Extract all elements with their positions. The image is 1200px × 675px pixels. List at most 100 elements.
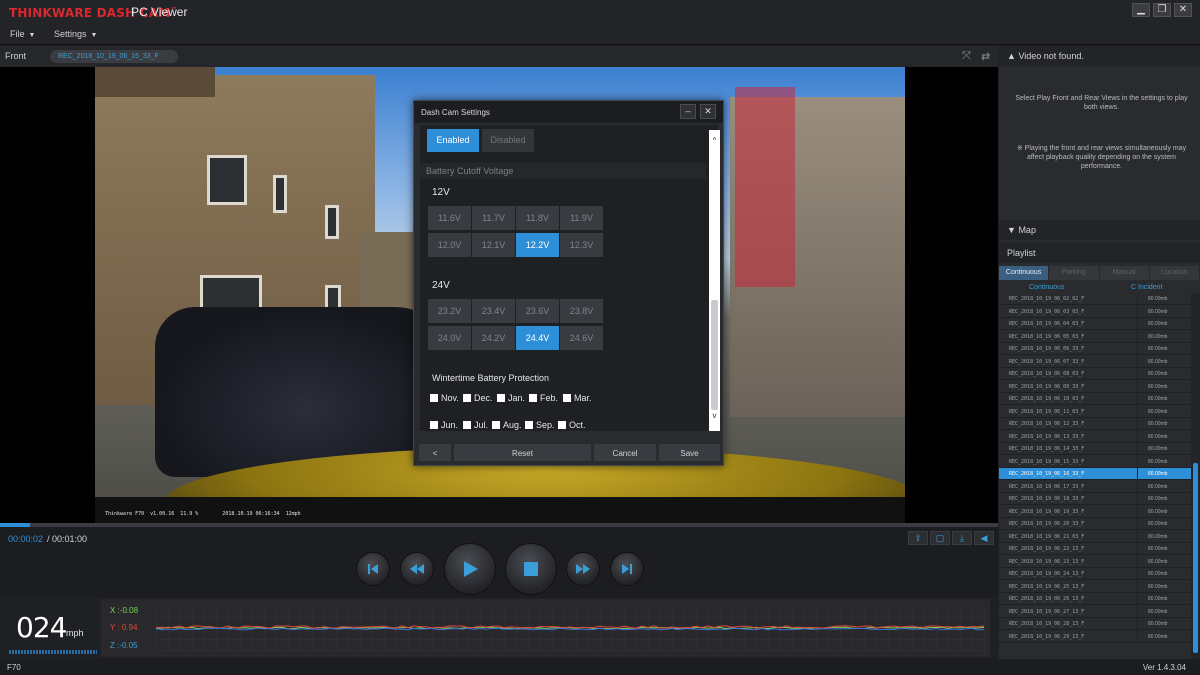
playlist-item[interactable]: REC_2018_10_19_06_05_03_F 80.00mb: [999, 330, 1191, 343]
dialog-close-button[interactable]: ✕: [700, 104, 716, 119]
voltage-option-11-7v[interactable]: 11.7V: [472, 206, 515, 230]
previous-file-button[interactable]: [356, 552, 390, 586]
month-checkbox-mar[interactable]: Mar.: [563, 393, 592, 403]
playlist-item[interactable]: REC_2018_10_19_06_16_33_F 80.00mb: [999, 468, 1191, 480]
next-file-button[interactable]: [610, 552, 644, 586]
playlist-item[interactable]: REC_2018_10_19_06_27_13_F 80.00mb: [999, 605, 1191, 618]
volume-icon[interactable]: ◀: [974, 531, 994, 545]
playlist-item[interactable]: REC_2018_10_19_06_06_33_F 80.00mb: [999, 343, 1191, 355]
voltage-option-11-8v[interactable]: 11.8V: [516, 206, 559, 230]
voltage-option-24-0v[interactable]: 24.0V: [428, 326, 471, 350]
dialog-minimize-button[interactable]: –: [680, 104, 696, 119]
enabled-toggle[interactable]: Enabled: [427, 129, 479, 152]
voltage-option-12-1v[interactable]: 12.1V: [472, 233, 515, 257]
playlist-item[interactable]: REC_2018_10_19_06_07_33_F 80.00mb: [999, 355, 1191, 368]
play-button[interactable]: [444, 543, 496, 595]
playlist-item[interactable]: REC_2018_10_19_06_08_03_F 80.00mb: [999, 368, 1191, 380]
playlist-item[interactable]: REC_2018_10_19_06_03_03_F 80.00mb: [999, 305, 1191, 318]
restore-button[interactable]: ❐: [1153, 3, 1171, 17]
month-checkbox-nov[interactable]: Nov.: [430, 393, 459, 403]
month-checkbox-jan[interactable]: Jan.: [497, 393, 525, 403]
playlist-item[interactable]: REC_2018_10_19_06_18_33_F 80.00mb: [999, 493, 1191, 505]
month-checkbox-dec[interactable]: Dec.: [463, 393, 493, 403]
dialog-scroll-thumb[interactable]: [711, 300, 718, 410]
playlist-item[interactable]: REC_2018_10_19_06_12_33_F 80.00mb: [999, 418, 1191, 430]
save-button[interactable]: Save: [658, 443, 721, 462]
dialog-scrollbar[interactable]: ^ v: [709, 130, 720, 431]
month-checkbox-jul[interactable]: Jul.: [463, 420, 488, 430]
back-button[interactable]: <: [418, 443, 452, 462]
playlist-item-size: 80.00mb: [1137, 530, 1191, 543]
minimize-button[interactable]: ▁: [1132, 3, 1150, 17]
month-checkbox-aug[interactable]: Aug.: [492, 420, 522, 430]
playlist-item[interactable]: REC_2018_10_19_06_20_33_F 80.00mb: [999, 518, 1191, 530]
playlist-item[interactable]: REC_2018_10_19_06_29_13_F 80.00mb: [999, 630, 1191, 643]
voltage-option-23-4v[interactable]: 23.4V: [472, 299, 515, 323]
fast-forward-button[interactable]: [566, 552, 600, 586]
scroll-up-icon[interactable]: ^: [709, 136, 720, 145]
swap-view-icon[interactable]: ⇄: [981, 50, 990, 63]
reset-button[interactable]: Reset: [453, 443, 592, 462]
voltage-option-11-6v[interactable]: 11.6V: [428, 206, 471, 230]
tab-continuous[interactable]: Continuous: [999, 266, 1050, 280]
snapshot-icon[interactable]: ▢: [930, 531, 950, 545]
map-header[interactable]: ▼ Map: [999, 220, 1200, 240]
playlist-item[interactable]: REC_2018_10_19_06_28_13_F 80.00mb: [999, 618, 1191, 630]
close-button[interactable]: ✕: [1174, 3, 1192, 17]
voltage-option-23-2v[interactable]: 23.2V: [428, 299, 471, 323]
voltage-option-24-6v[interactable]: 24.6V: [560, 326, 603, 350]
rewind-button[interactable]: [400, 552, 434, 586]
playlist-item[interactable]: REC_2018_10_19_06_15_33_F 80.00mb: [999, 455, 1191, 468]
playlist-scroll-thumb[interactable]: [1193, 463, 1198, 653]
month-checkbox-oct[interactable]: Oct.: [558, 420, 586, 430]
voltage-option-12-0v[interactable]: 12.0V: [428, 233, 471, 257]
stop-button[interactable]: [505, 543, 557, 595]
playlist-item[interactable]: REC_2018_10_19_06_11_03_F 80.00mb: [999, 405, 1191, 418]
playlist-item[interactable]: REC_2018_10_19_06_23_13_F 80.00mb: [999, 555, 1191, 568]
dialog-title-bar: Dash Cam Settings – ✕: [414, 101, 723, 123]
rear-video-header[interactable]: ▲ Video not found.: [999, 46, 1200, 66]
playlist-item[interactable]: REC_2018_10_19_06_10_03_F 80.00mb: [999, 393, 1191, 405]
voltage-option-24-4v[interactable]: 24.4V: [516, 326, 559, 350]
playlist-item[interactable]: REC_2018_10_19_06_04_03_F 80.00mb: [999, 318, 1191, 330]
skip-back-icon: [368, 564, 378, 574]
playlist-item[interactable]: REC_2018_10_19_06_13_33_F 80.00mb: [999, 430, 1191, 443]
menu-file[interactable]: File ▼: [10, 29, 35, 39]
g-sensor-graph[interactable]: [155, 607, 986, 651]
column-incident[interactable]: C Incident: [1131, 284, 1163, 291]
fullscreen-icon[interactable]: ⤧: [962, 50, 971, 63]
export-icon[interactable]: ⇪: [908, 531, 928, 545]
scroll-down-icon[interactable]: v: [709, 411, 720, 420]
caret-down-icon: ▼: [90, 32, 98, 39]
tab-parking[interactable]: Parking: [1049, 266, 1100, 280]
voltage-option-11-9v[interactable]: 11.9V: [560, 206, 603, 230]
playlist-item[interactable]: REC_2018_10_19_06_14_33_F 80.00mb: [999, 443, 1191, 455]
voltage-option-12-2v[interactable]: 12.2V: [516, 233, 559, 257]
voltage-option-23-8v[interactable]: 23.8V: [560, 299, 603, 323]
playlist-item[interactable]: REC_2018_10_19_06_24_13_F 80.00mb: [999, 568, 1191, 580]
playlist-item[interactable]: REC_2018_10_19_06_02_02_F 80.00mb: [999, 293, 1191, 305]
playlist-item[interactable]: REC_2018_10_19_06_26_13_F 80.00mb: [999, 593, 1191, 605]
voltage-option-24-2v[interactable]: 24.2V: [472, 326, 515, 350]
download-icon[interactable]: ⤓: [952, 531, 972, 545]
column-continuous[interactable]: Continuous: [1029, 284, 1064, 291]
month-checkbox-feb[interactable]: Feb.: [529, 393, 558, 403]
cancel-button[interactable]: Cancel: [593, 443, 657, 462]
playlist-item[interactable]: REC_2018_10_19_06_25_13_F 80.00mb: [999, 580, 1191, 593]
month-checkbox-sep[interactable]: Sep.: [525, 420, 555, 430]
playlist-scrollbar[interactable]: [1191, 293, 1200, 659]
playlist-item[interactable]: REC_2018_10_19_06_17_33_F 80.00mb: [999, 480, 1191, 493]
tab-manual[interactable]: Manual: [1099, 266, 1150, 280]
playlist-item[interactable]: REC_2018_10_19_06_09_33_F 80.00mb: [999, 380, 1191, 393]
month-checkbox-jun[interactable]: Jun.: [430, 420, 458, 430]
playlist-item[interactable]: REC_2018_10_19_06_19_33_F 80.00mb: [999, 505, 1191, 518]
playlist-item-name: REC_2018_10_19_06_05_03_F: [1009, 333, 1085, 340]
speedometer: 024 mph: [6, 599, 101, 657]
voltage-option-23-6v[interactable]: 23.6V: [516, 299, 559, 323]
playlist-item[interactable]: REC_2018_10_19_06_21_03_F 80.00mb: [999, 530, 1191, 543]
tab-location[interactable]: Location: [1149, 266, 1200, 280]
menu-settings[interactable]: Settings ▼: [54, 29, 97, 39]
playlist-item[interactable]: REC_2018_10_19_06_22_13_F 80.00mb: [999, 543, 1191, 555]
voltage-option-12-3v[interactable]: 12.3V: [560, 233, 603, 257]
disabled-toggle[interactable]: Disabled: [482, 129, 534, 152]
